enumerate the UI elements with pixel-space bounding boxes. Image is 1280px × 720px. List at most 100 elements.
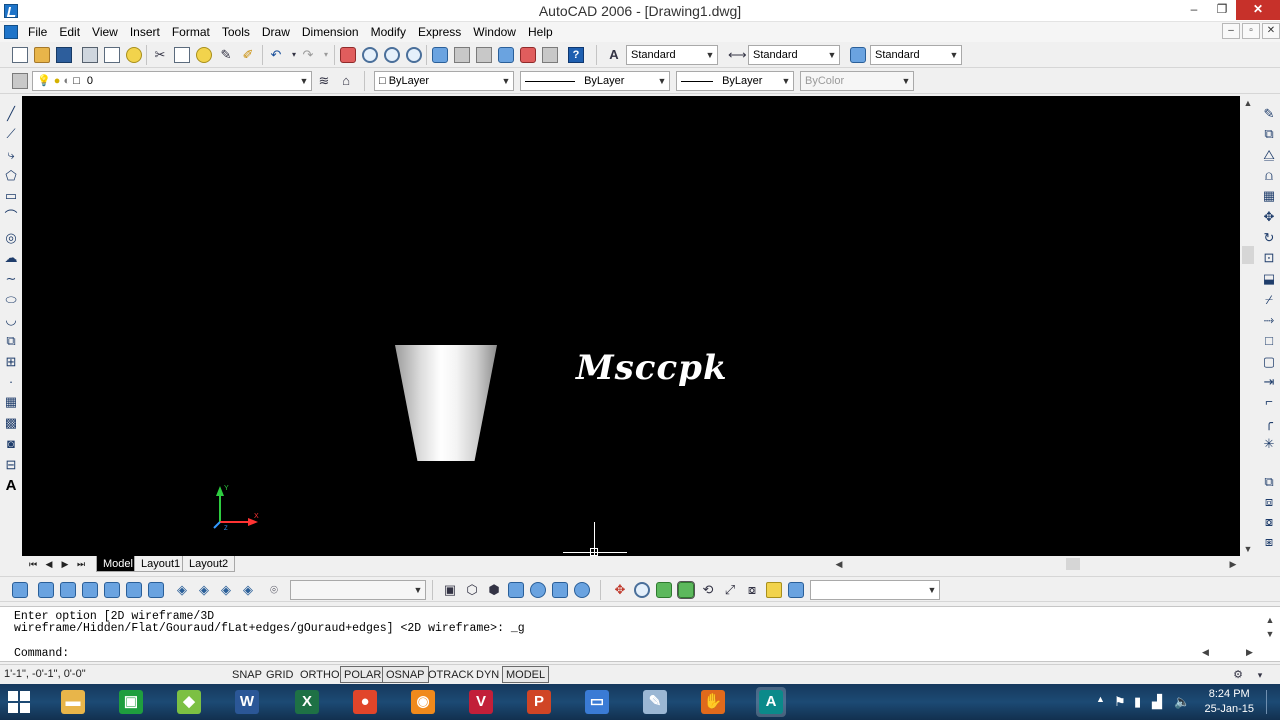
grid-toggle[interactable]: GRID <box>262 666 298 683</box>
redo-icon[interactable]: ↷ <box>300 47 316 63</box>
taskbar-paint-icon[interactable]: ✎ <box>640 687 670 717</box>
zoom-realtime-icon[interactable] <box>362 47 378 63</box>
taskbar-vc-icon[interactable]: V <box>466 687 496 717</box>
ortho-toggle[interactable]: ORTHO <box>296 666 344 683</box>
sheet-set-icon[interactable] <box>498 47 514 63</box>
taskbar-media-player-icon[interactable]: ◉ <box>408 687 438 717</box>
layer-select[interactable]: 💡 ● ◐ □ 0 ▼ <box>32 71 312 91</box>
document-icon[interactable] <box>4 25 18 39</box>
menu-express[interactable]: Express <box>412 23 467 41</box>
ellipse-arc-icon[interactable]: ◡ <box>3 312 19 328</box>
taskbar-monitor-icon[interactable]: ▭ <box>582 687 612 717</box>
doc-minimize-button[interactable]: – <box>1222 23 1240 39</box>
polar-toggle[interactable]: POLAR <box>340 666 386 683</box>
taskbar-file-explorer-icon[interactable]: ▬ <box>58 687 88 717</box>
minimize-button[interactable]: – <box>1180 0 1208 20</box>
3d-zoom-icon[interactable] <box>634 582 650 598</box>
copy-object-icon[interactable]: ⧉ <box>1261 126 1277 142</box>
action-center-icon[interactable]: ⚑ <box>1114 694 1126 710</box>
table-style-select[interactable]: Standard ▼ <box>870 45 962 65</box>
clock[interactable]: 8:24 PM 25-Jan-15 <box>1204 687 1254 717</box>
3d-wireframe-icon[interactable]: ⬡ <box>464 582 480 598</box>
horizontal-scroll-thumb[interactable] <box>1066 558 1080 570</box>
communication-center-icon[interactable]: ⚙ <box>1230 667 1246 683</box>
coordinate-display[interactable]: 1'-1", -0'-1", 0'-0" <box>4 668 86 680</box>
dim-style-icon[interactable]: ⟷ <box>728 47 747 63</box>
explode-icon[interactable]: ✳ <box>1261 436 1277 452</box>
taskbar-word-icon[interactable]: W <box>232 687 262 717</box>
layer-previous-icon[interactable]: ⌂ <box>338 73 354 89</box>
line-icon[interactable]: ╱ <box>3 106 19 122</box>
mirror-icon[interactable]: ⧋ <box>1261 147 1277 163</box>
color-select[interactable]: □ ByLayer ▼ <box>374 71 514 91</box>
send-to-back-icon[interactable]: ⧇ <box>1261 514 1277 530</box>
rotate-icon[interactable]: ↻ <box>1261 230 1277 246</box>
erase-icon[interactable]: ✎ <box>1261 106 1277 122</box>
flat-edges-icon[interactable] <box>552 582 568 598</box>
multiline-text-icon[interactable]: A <box>3 478 19 494</box>
menu-dimension[interactable]: Dimension <box>296 23 365 41</box>
gouraud-edges-icon[interactable] <box>574 582 590 598</box>
canvas-vertical-scrollbar[interactable]: ▲ ▼ <box>1240 96 1256 556</box>
taskbar-chrome-icon[interactable]: ● <box>350 687 380 717</box>
command-scroll-right-icon[interactable]: ▶ <box>1246 647 1253 658</box>
tab-layout2[interactable]: Layout2 <box>182 556 236 572</box>
3d-continuous-orbit-icon[interactable] <box>677 581 695 599</box>
chamfer-icon[interactable]: ⌐ <box>1261 394 1277 410</box>
right-view-icon[interactable] <box>104 582 120 598</box>
menu-modify[interactable]: Modify <box>365 23 412 41</box>
quickcalc-icon[interactable] <box>542 47 558 63</box>
tab-layout1[interactable]: Layout1 <box>134 556 188 572</box>
menu-format[interactable]: Format <box>166 23 216 41</box>
undo-icon[interactable]: ↶ <box>268 47 284 63</box>
ne-iso-icon[interactable]: ◈ <box>218 582 234 598</box>
gouraud-shaded-icon[interactable] <box>530 582 546 598</box>
polygon-icon[interactable]: ⬠ <box>3 168 19 184</box>
circle-icon[interactable]: ◎ <box>3 230 19 246</box>
new-icon[interactable] <box>12 47 28 63</box>
show-hidden-icons-icon[interactable]: ▲ <box>1096 694 1105 704</box>
draworder-icon[interactable]: ⧉ <box>1261 474 1277 490</box>
break-at-point-icon[interactable]: □ <box>1261 333 1277 349</box>
status-menu-icon[interactable]: ▾ <box>1252 667 1268 683</box>
table-style-icon[interactable] <box>850 47 866 63</box>
scroll-down-icon[interactable]: ▼ <box>1240 542 1256 556</box>
design-center-icon[interactable] <box>454 47 470 63</box>
stretch-icon[interactable]: ⬓ <box>1261 271 1277 287</box>
taskbar-camtasia-icon[interactable]: ◆ <box>174 687 204 717</box>
3d-pan-icon[interactable]: ✥ <box>612 582 628 598</box>
render-icon[interactable] <box>766 582 782 598</box>
taskbar-powerpoint-icon[interactable]: P <box>524 687 554 717</box>
menu-insert[interactable]: Insert <box>124 23 166 41</box>
3d-clip-icon[interactable]: ⧇ <box>744 582 760 598</box>
command-scroll-left-icon[interactable]: ◀ <box>1202 647 1209 658</box>
scroll-thumb[interactable] <box>1242 246 1254 264</box>
print-icon[interactable] <box>82 47 98 63</box>
maximize-button[interactable]: ❐ <box>1208 0 1236 20</box>
layer-manager-icon[interactable] <box>12 73 28 89</box>
scroll-up-icon[interactable]: ▲ <box>1240 96 1256 110</box>
lineweight-select[interactable]: ByLayer ▼ <box>676 71 794 91</box>
command-scrollbar[interactable]: ▲ ▼ <box>1264 613 1276 641</box>
bring-to-front-icon[interactable]: ⧈ <box>1261 494 1277 510</box>
named-view-select[interactable]: ▼ <box>290 580 426 600</box>
close-button[interactable]: ✕ <box>1236 0 1280 20</box>
bring-above-icon[interactable]: ⧆ <box>1261 534 1277 550</box>
first-tab-icon[interactable]: ⏮ <box>26 558 40 570</box>
construction-line-icon[interactable]: ⟋ <box>3 126 19 142</box>
copy-icon[interactable] <box>174 47 190 63</box>
menu-window[interactable]: Window <box>467 23 522 41</box>
osnap-toggle[interactable]: OSNAP <box>382 666 429 683</box>
battery-icon[interactable]: ▮ <box>1134 694 1141 710</box>
menu-view[interactable]: View <box>86 23 124 41</box>
menu-help[interactable]: Help <box>522 23 559 41</box>
scene-icon[interactable] <box>788 582 804 598</box>
3d-swivel-icon[interactable]: ⟲ <box>700 582 716 598</box>
region-icon[interactable]: ◙ <box>3 436 19 452</box>
zoom-previous-icon[interactable] <box>406 47 422 63</box>
publish-icon[interactable] <box>126 47 142 63</box>
menu-draw[interactable]: Draw <box>256 23 296 41</box>
revision-cloud-icon[interactable]: ☁ <box>3 250 19 266</box>
make-object-layer-current-icon[interactable]: ≋ <box>316 73 332 89</box>
fillet-icon[interactable]: ╭ <box>1261 415 1277 431</box>
